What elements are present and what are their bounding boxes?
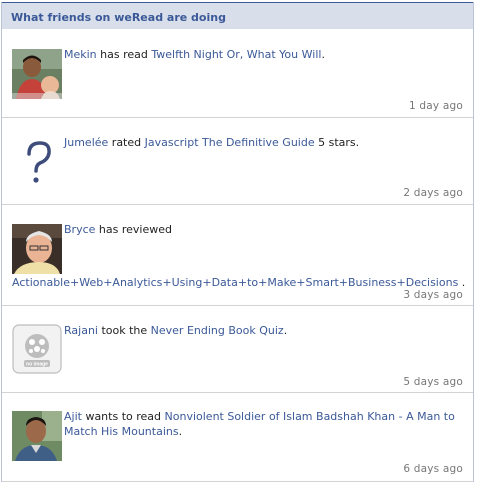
avatar-bryce[interactable] [12, 224, 62, 274]
activity-item: Ajit wants to read Nonviolent Soldier of… [2, 393, 473, 482]
avatar-ajit[interactable] [12, 411, 62, 461]
activity-text-line2: Actionable+Web+Analytics+Using+Data+to+M… [12, 276, 466, 289]
timestamp: 5 days ago [403, 376, 463, 388]
question-mark-icon [12, 137, 62, 187]
user-link[interactable]: Bryce [64, 223, 95, 236]
book-link[interactable]: Nonviolent Soldier of Islam Badshah Khan… [165, 410, 455, 423]
avatar-jumelee[interactable] [12, 137, 62, 187]
timestamp: 1 day ago [409, 100, 463, 112]
activity-item: Bryce has reviewed Actionable+Web+Analyt… [2, 205, 473, 306]
book-link[interactable]: Javascript The Definitive Guide [145, 136, 315, 149]
no-image-icon: no image [12, 324, 62, 374]
widget-title: What friends on weRead are doing [11, 11, 226, 24]
user-photo-icon [12, 411, 62, 461]
activity-item: Mekin has read Twelfth Night Or, What Yo… [2, 29, 473, 118]
activity-text: Mekin has read Twelfth Night Or, What Yo… [64, 48, 325, 61]
friends-activity-widget: What friends on weRead are doing Mekin h… [1, 2, 474, 482]
activity-item: Jumelée rated Javascript The Definitive … [2, 118, 473, 205]
user-link[interactable]: Jumelée [64, 136, 108, 149]
timestamp: 2 days ago [403, 187, 463, 199]
activity-text: Ajit wants to read Nonviolent Soldier of… [64, 410, 455, 438]
no-image-label: no image [26, 362, 48, 368]
book-link-continued[interactable]: Match His Mountains [64, 425, 179, 438]
avatar-mekin[interactable] [12, 49, 62, 99]
book-link[interactable]: Twelfth Night Or, What You Will [151, 48, 321, 61]
timestamp: 6 days ago [403, 463, 463, 475]
user-photo-icon [12, 49, 62, 99]
activity-item: no image Rajani took the Never Ending Bo… [2, 306, 473, 393]
quiz-link[interactable]: Never Ending Book Quiz [151, 324, 284, 337]
user-link[interactable]: Ajit [64, 410, 82, 423]
timestamp: 3 days ago [403, 289, 463, 301]
activity-text: Bryce has reviewed [64, 223, 172, 236]
user-link[interactable]: Mekin [64, 48, 97, 61]
user-photo-icon [12, 224, 62, 274]
user-link[interactable]: Rajani [64, 324, 98, 337]
activity-text: Jumelée rated Javascript The Definitive … [64, 136, 360, 149]
book-link[interactable]: Actionable+Web+Analytics+Using+Data+to+M… [12, 276, 458, 289]
activity-text: Rajani took the Never Ending Book Quiz. [64, 324, 288, 337]
widget-header: What friends on weRead are doing [2, 2, 473, 29]
avatar-rajani[interactable]: no image [12, 324, 62, 374]
